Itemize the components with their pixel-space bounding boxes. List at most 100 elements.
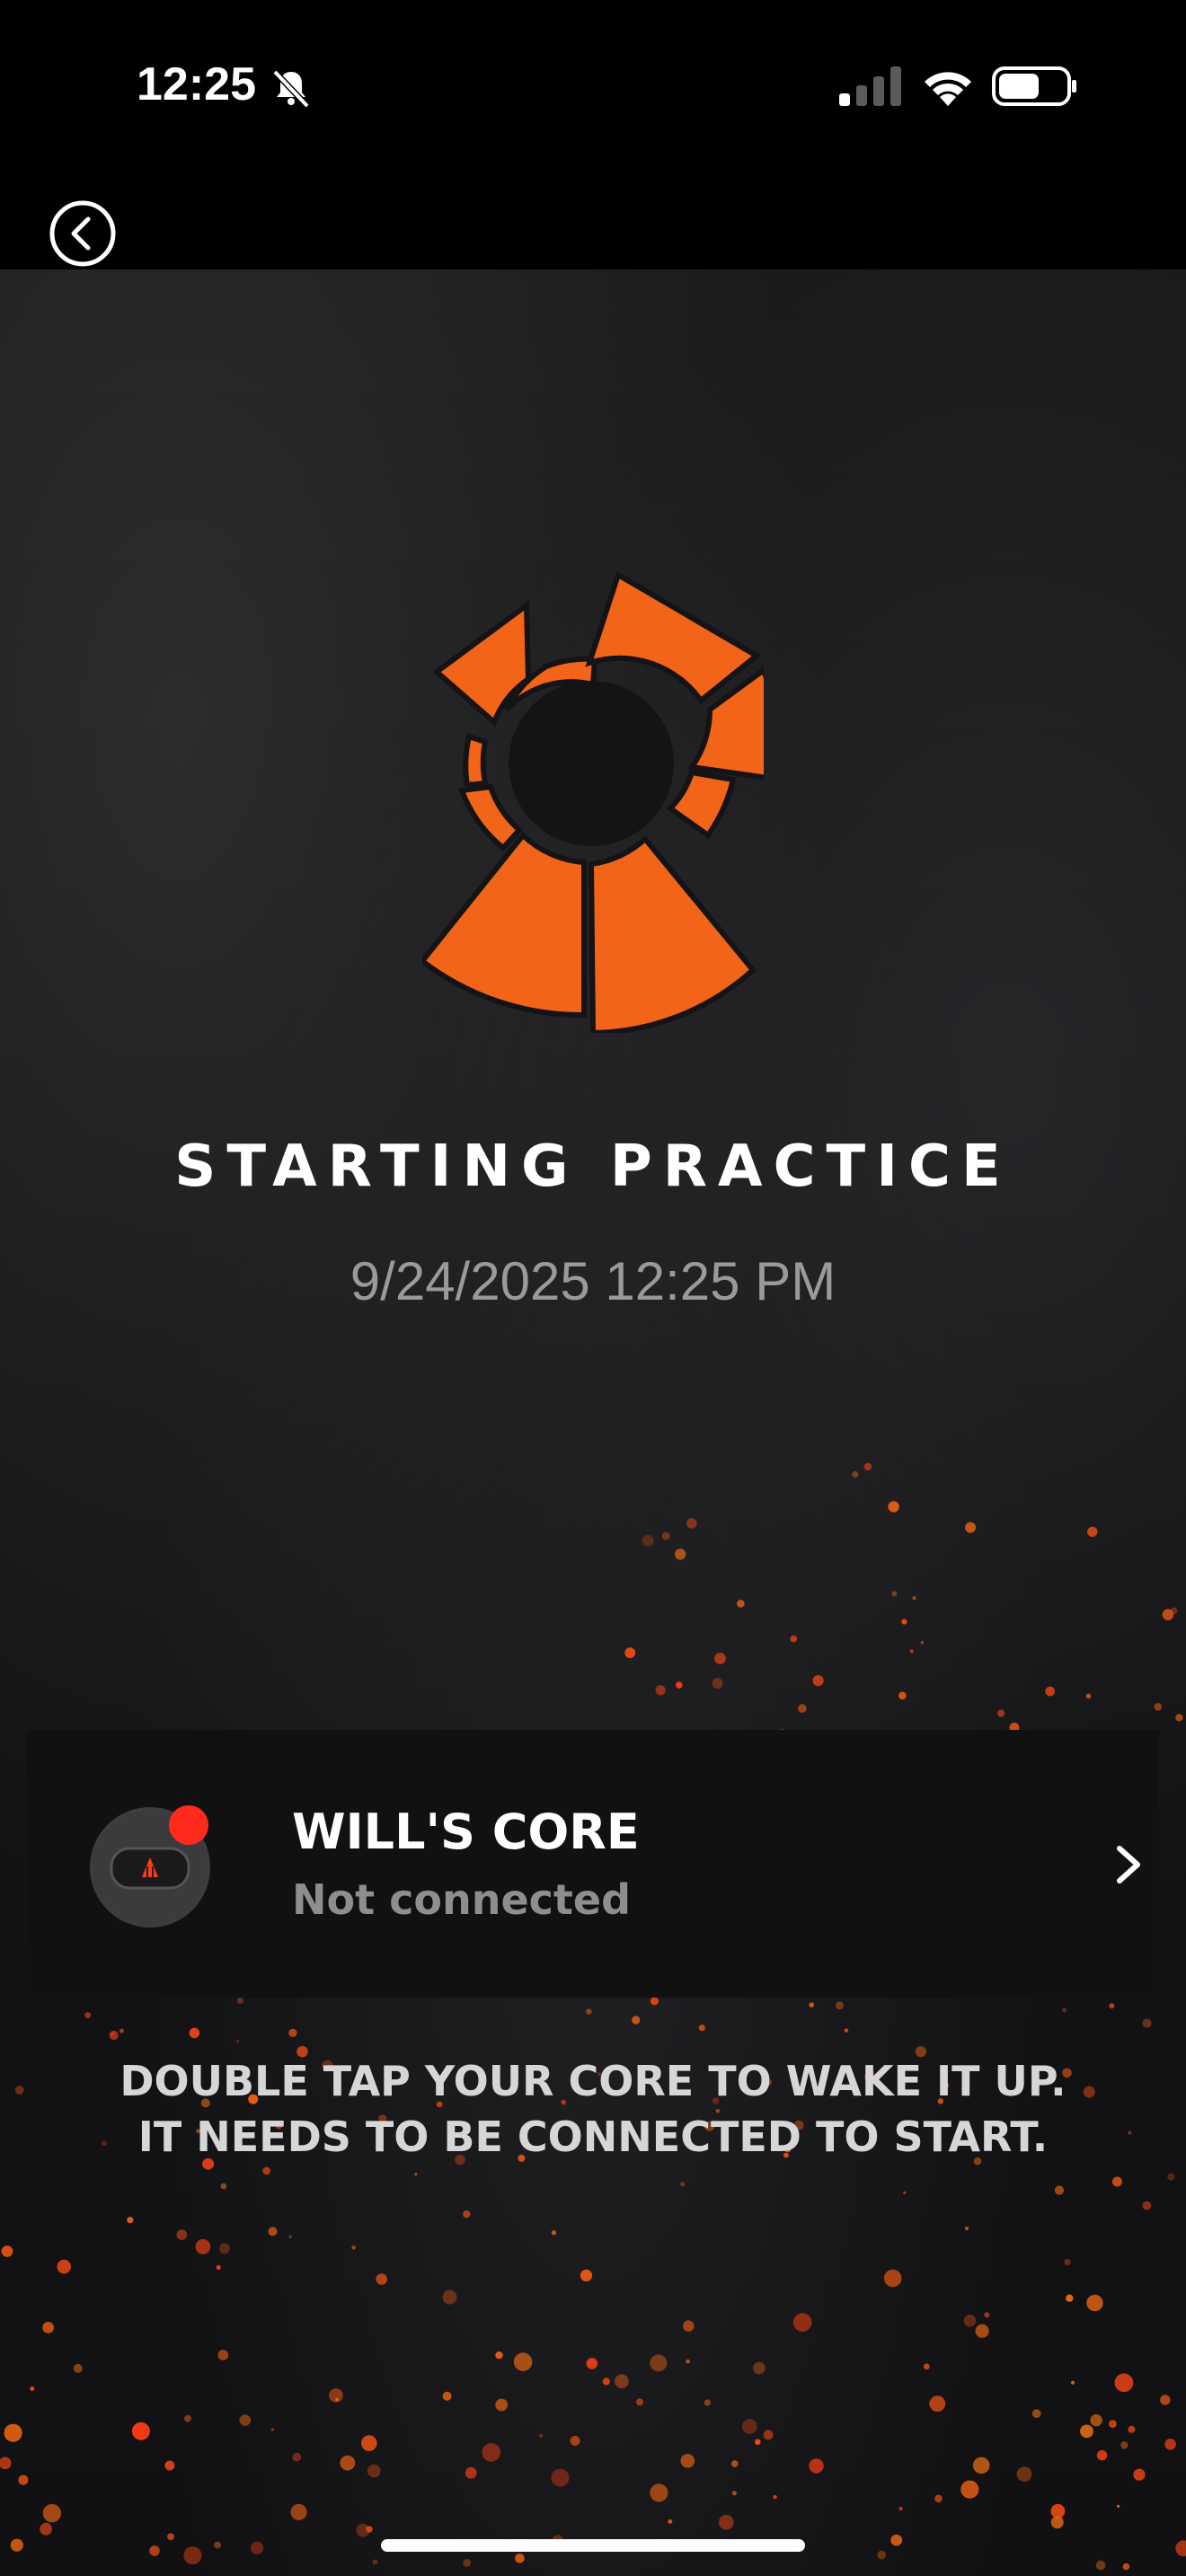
ember-particle xyxy=(361,2435,377,2451)
ember-particle xyxy=(615,2374,629,2388)
ember-particle xyxy=(513,2352,533,2371)
ember-particle xyxy=(898,1691,907,1700)
ember-particle xyxy=(1111,2176,1122,2187)
ember-particle xyxy=(219,2243,230,2254)
ember-particle xyxy=(1154,1703,1163,1711)
ember-particle xyxy=(686,1518,697,1529)
ember-particle xyxy=(755,2439,761,2446)
ember-particle xyxy=(463,2559,472,2567)
ember-particle xyxy=(236,1997,244,2005)
ember-particle xyxy=(1071,2380,1075,2385)
ember-particle xyxy=(239,2414,252,2426)
ember-particle xyxy=(809,2002,814,2007)
ember-particle xyxy=(366,2526,373,2533)
ember-particle xyxy=(636,2398,643,2406)
back-button[interactable] xyxy=(49,199,117,268)
ember-particle xyxy=(1175,1714,1183,1722)
ember-particle xyxy=(698,2025,705,2032)
ember-particle xyxy=(515,2554,525,2563)
ember-particle xyxy=(73,2363,83,2373)
ember-particle xyxy=(1066,2294,1074,2302)
ember-particle xyxy=(570,2436,580,2446)
ember-particle xyxy=(650,2354,668,2372)
ember-particle xyxy=(901,1619,907,1625)
ember-particle xyxy=(753,2361,766,2375)
ember-particle xyxy=(1128,2425,1136,2433)
ember-particle xyxy=(1109,2003,1115,2009)
ember-particle xyxy=(763,2430,774,2440)
chevron-left-circle-icon xyxy=(49,200,116,267)
ember-particle xyxy=(538,2433,544,2438)
ember-particle xyxy=(1031,2409,1041,2419)
ember-particle xyxy=(934,2494,943,2503)
ember-particle xyxy=(676,1681,683,1689)
ember-particle xyxy=(903,2191,907,2194)
ember-particle xyxy=(1087,1526,1098,1538)
instructions-line-1: DOUBLE TAP YOUR CORE TO WAKE IT UP. xyxy=(119,2057,1067,2105)
ember-particle xyxy=(852,1470,859,1478)
ember-particle xyxy=(329,2388,343,2403)
ember-particle xyxy=(482,2443,501,2462)
ember-particle xyxy=(290,2503,307,2520)
ember-particle xyxy=(1045,1686,1056,1697)
ember-particle xyxy=(183,2546,202,2565)
ember-particle xyxy=(184,2414,191,2422)
ember-particle xyxy=(463,2210,471,2219)
ember-particle xyxy=(890,2534,903,2546)
ember-particle xyxy=(4,2423,22,2442)
ember-particle xyxy=(929,2395,946,2413)
ember-particle xyxy=(376,2273,388,2285)
ember-particle xyxy=(42,2322,54,2333)
ember-particle xyxy=(1016,2466,1032,2483)
ember-particle xyxy=(131,2422,150,2440)
ember-particle xyxy=(964,2226,969,2231)
ember-particle xyxy=(292,2452,302,2462)
ember-particle xyxy=(731,2491,737,2496)
ember-particle xyxy=(195,2239,211,2254)
device-card[interactable]: WILL'S CORE Not connected xyxy=(27,1730,1159,1998)
ember-particle xyxy=(176,2229,188,2240)
ember-particle xyxy=(1175,2540,1186,2557)
ember-particle xyxy=(798,1704,807,1713)
ember-particle xyxy=(57,2259,71,2274)
ember-particle xyxy=(1096,2449,1108,2461)
ember-particle xyxy=(650,1997,659,2006)
ember-particle xyxy=(809,2458,824,2474)
ember-particle xyxy=(1133,2468,1146,2481)
ember-particle xyxy=(891,1591,898,1597)
ember-particle xyxy=(719,2514,734,2530)
ember-particle xyxy=(414,2173,418,2176)
ember-particle xyxy=(288,2235,292,2238)
ember-particle xyxy=(1122,2563,1130,2571)
ember-particle xyxy=(730,2460,739,2467)
ember-particle xyxy=(1064,2258,1071,2266)
ember-particle xyxy=(30,2386,35,2391)
ember-particle xyxy=(111,2032,115,2036)
ember-particle xyxy=(877,2550,886,2560)
ember-particle xyxy=(551,2230,557,2236)
battery-icon xyxy=(992,66,1076,106)
ember-particle xyxy=(1095,2560,1106,2571)
home-indicator[interactable] xyxy=(381,2539,805,2552)
ember-particle xyxy=(0,2457,12,2470)
ember-particle xyxy=(898,2506,903,2511)
ember-particle xyxy=(642,1534,654,1547)
ember-particle xyxy=(655,1685,666,1696)
ember-particle xyxy=(1117,2504,1120,2508)
chevron-right-icon xyxy=(1117,1846,1140,1883)
ember-particle xyxy=(1114,2373,1134,2393)
ember-particle xyxy=(351,2245,357,2250)
ember-particle xyxy=(997,1709,1005,1717)
ember-particle xyxy=(741,2419,757,2434)
ember-particle xyxy=(912,1596,916,1601)
ember-particle xyxy=(972,2457,990,2475)
ember-particle xyxy=(712,1678,723,1689)
ember-particle xyxy=(773,2494,777,2500)
ember-particle xyxy=(465,2466,477,2479)
ember-particle xyxy=(42,2503,62,2523)
ember-particle xyxy=(836,2001,844,2010)
wifi-icon xyxy=(925,72,971,106)
ember-particle xyxy=(686,2359,690,2364)
brand-logo-icon xyxy=(422,570,764,1033)
ember-particle xyxy=(1,2245,13,2257)
